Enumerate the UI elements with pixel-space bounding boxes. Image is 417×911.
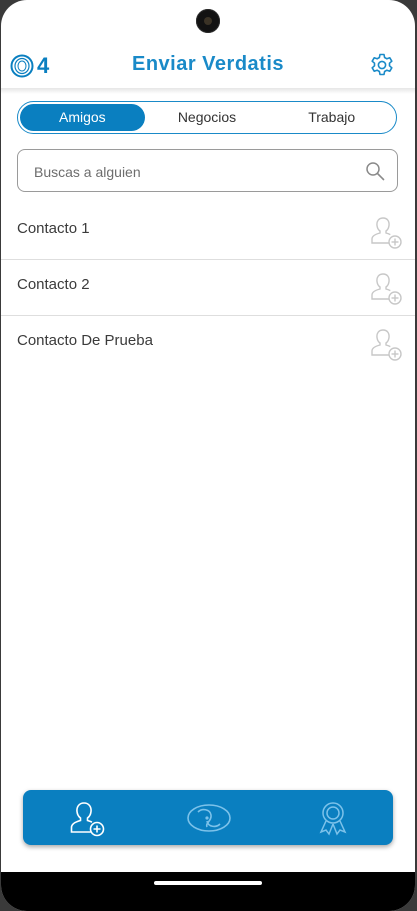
header-divider — [1, 88, 415, 94]
contact-name: Contacto 1 — [17, 220, 90, 237]
search-input[interactable] — [32, 150, 356, 193]
tab-amigos[interactable]: Amigos — [20, 104, 145, 131]
search-box — [17, 149, 398, 193]
contact-row[interactable]: Contacto 1 — [1, 204, 415, 260]
gear-icon[interactable] — [369, 52, 395, 78]
front-camera — [196, 9, 220, 33]
tab-trabajo[interactable]: Trabajo — [269, 104, 394, 131]
add-contact-icon[interactable] — [369, 270, 403, 306]
contact-row[interactable]: Contacto 2 — [1, 260, 415, 316]
category-tabs: Amigos Negocios Trabajo — [17, 101, 397, 134]
add-user-icon[interactable] — [67, 798, 107, 838]
page-title: Enviar Verdatis — [131, 53, 285, 75]
add-contact-icon[interactable] — [369, 214, 403, 250]
verdatis-logo-icon[interactable] — [186, 798, 232, 838]
tab-negocios[interactable]: Negocios — [145, 104, 270, 131]
search-icon[interactable] — [365, 161, 385, 181]
phone-screen: 4 Enviar Verdatis Amigos Negocios Trabaj… — [1, 0, 415, 911]
system-navigation-bar — [1, 872, 415, 911]
award-ribbon-icon[interactable] — [313, 798, 353, 838]
add-contact-icon[interactable] — [369, 326, 403, 362]
contact-name: Contacto 2 — [17, 276, 90, 293]
bottom-navigation — [23, 790, 393, 845]
contact-row[interactable]: Contacto De Prueba — [1, 316, 415, 372]
contact-name: Contacto De Prueba — [17, 332, 153, 349]
app-header: 4 Enviar Verdatis — [1, 44, 415, 88]
home-indicator[interactable] — [154, 881, 262, 885]
